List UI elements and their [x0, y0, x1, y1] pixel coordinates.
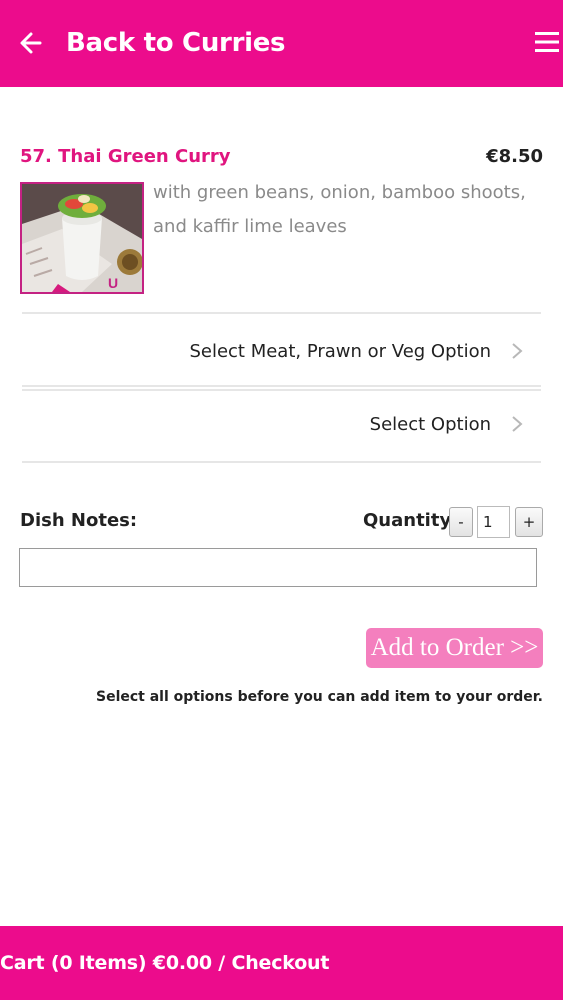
cart-checkout-bar[interactable]: Cart (0 Items) €0.00 / Checkout — [0, 926, 563, 1000]
hamburger-menu-icon — [535, 32, 559, 52]
divider — [22, 385, 541, 387]
chevron-right-icon — [512, 343, 523, 359]
dish-description: with green beans, onion, bamboo shoots, … — [153, 182, 526, 237]
dish-title: 57. Thai Green Curry — [20, 146, 231, 167]
svg-text:U: U — [108, 275, 118, 291]
add-hint-text: Select all options before you can add it… — [95, 689, 543, 705]
option-row-select-option[interactable]: Select Option — [22, 394, 541, 454]
divider — [22, 389, 541, 391]
quantity-input[interactable]: 1 — [477, 506, 510, 538]
arrow-left-icon — [20, 32, 42, 54]
hamburger-menu-button[interactable] — [535, 30, 559, 54]
cart-checkout-label: Cart (0 Items) €0.00 / Checkout — [0, 952, 330, 974]
dish-price: €8.50 — [486, 146, 543, 167]
add-to-order-button[interactable]: Add to Order >> — [366, 628, 543, 668]
dish-photo: U — [20, 182, 144, 294]
dish-notes-field[interactable] — [19, 548, 537, 587]
dish-notes-label: Dish Notes: — [20, 510, 138, 531]
chevron-right-icon — [512, 416, 523, 432]
option-label: Select Meat, Prawn or Veg Option — [189, 340, 491, 362]
option-label: Select Option — [369, 413, 491, 435]
top-bar: Back to Curries — [0, 0, 563, 87]
divider — [22, 461, 541, 463]
quantity-label: Quantity: — [363, 510, 459, 531]
divider — [22, 312, 541, 314]
option-row-meat-prawn-veg[interactable]: Select Meat, Prawn or Veg Option — [22, 321, 541, 381]
back-button[interactable]: Back to Curries — [18, 22, 286, 64]
quantity-increment-button[interactable]: + — [515, 507, 543, 537]
quantity-decrement-button[interactable]: - — [449, 507, 473, 537]
back-label: Back to Curries — [66, 28, 286, 58]
